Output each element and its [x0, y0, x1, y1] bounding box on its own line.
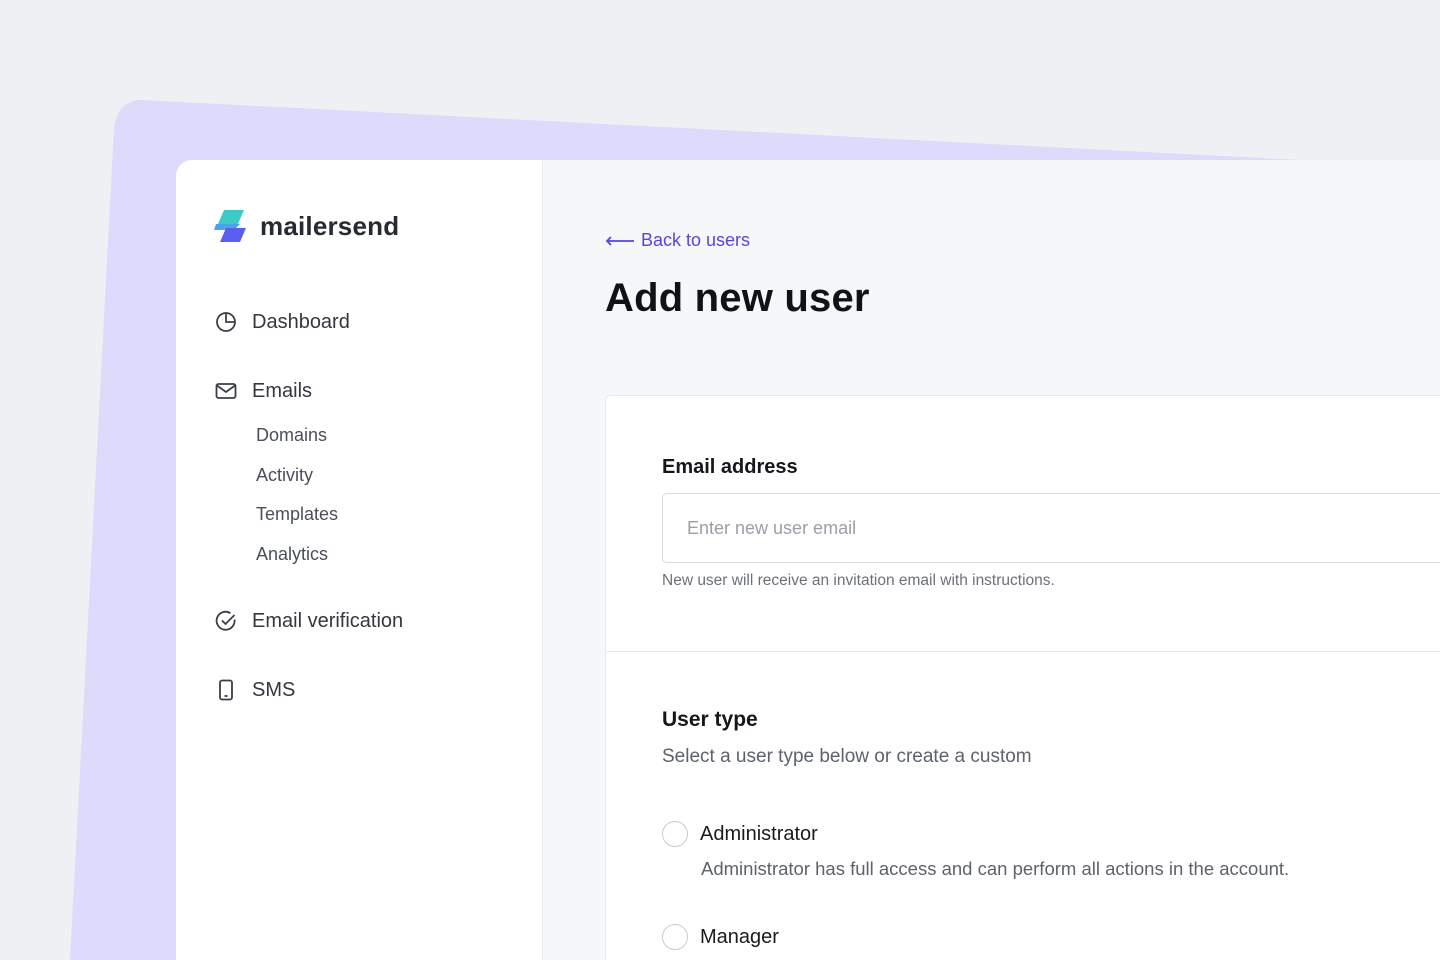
sidebar-item-email-verification[interactable]: Email verification: [214, 605, 514, 637]
sidebar-subitem-analytics[interactable]: Analytics: [256, 535, 514, 575]
mail-icon: [214, 379, 238, 403]
mailersend-logo-icon: [214, 210, 246, 242]
email-field[interactable]: [662, 493, 1440, 563]
add-user-form-card: Email address New user will receive an i…: [605, 395, 1440, 960]
sidebar-item-label: Dashboard: [252, 310, 350, 333]
sidebar-item-label: SMS: [252, 678, 296, 701]
check-circle-icon: [214, 609, 238, 633]
email-section: Email address New user will receive an i…: [606, 396, 1440, 652]
user-type-section: User type Select a user type below or cr…: [606, 652, 1440, 960]
user-type-option-administrator[interactable]: Administrator: [662, 821, 818, 847]
app-window: mailersend Dashboard Emails Domains Acti…: [176, 160, 1440, 960]
pie-chart-icon: [214, 310, 238, 334]
user-type-subtitle: Select a user type below or create a cus…: [662, 746, 1032, 767]
administrator-description: Administrator has full access and can pe…: [701, 858, 1290, 879]
sidebar-item-label: Email verification: [252, 609, 404, 632]
sidebar-subitem-templates[interactable]: Templates: [256, 495, 514, 535]
email-field-label: Email address: [662, 456, 798, 478]
option-label: Manager: [700, 926, 779, 948]
back-to-users-link[interactable]: Back to users: [605, 230, 750, 251]
sidebar-item-sms[interactable]: SMS: [214, 674, 514, 706]
brand-logo[interactable]: mailersend: [214, 208, 399, 244]
sidebar: mailersend Dashboard Emails Domains Acti…: [176, 160, 543, 960]
arrow-left-icon: [605, 235, 634, 246]
email-help-text: New user will receive an invitation emai…: [662, 572, 1055, 589]
administrator-radio[interactable]: [662, 821, 688, 847]
sidebar-item-dashboard[interactable]: Dashboard: [214, 306, 514, 338]
emails-submenu: Domains Activity Templates Analytics: [214, 416, 514, 574]
phone-icon: [214, 678, 238, 702]
sidebar-subitem-activity[interactable]: Activity: [256, 456, 514, 496]
sidebar-item-emails[interactable]: Emails: [214, 375, 514, 407]
main-content: Back to users Add new user Email address…: [543, 160, 1440, 960]
option-label: Administrator: [700, 823, 818, 845]
user-type-option-manager[interactable]: Manager: [662, 924, 779, 950]
sidebar-item-label: Emails: [252, 379, 313, 402]
brand-name: mailersend: [260, 210, 400, 241]
manager-radio[interactable]: [662, 924, 688, 950]
sidebar-subitem-domains[interactable]: Domains: [256, 416, 514, 456]
stage: mailersend Dashboard Emails Domains Acti…: [0, 0, 1440, 960]
user-type-title: User type: [662, 708, 758, 731]
sidebar-nav: Dashboard Emails Domains Activity Templa…: [214, 306, 514, 706]
back-link-label: Back to users: [641, 230, 751, 250]
page-title: Add new user: [605, 276, 870, 320]
